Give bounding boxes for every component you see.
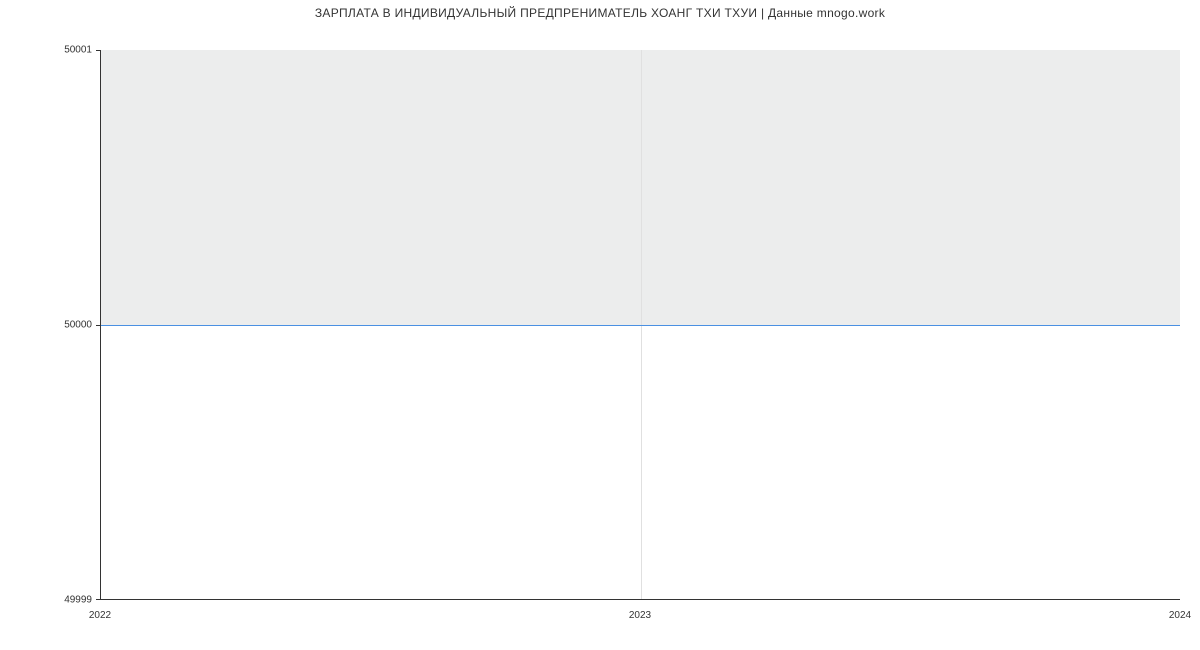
data-line: [101, 325, 1180, 326]
y-tick-label: 50000: [64, 320, 92, 331]
y-tick-mark: [96, 599, 101, 600]
y-tick-mark: [96, 325, 101, 326]
x-tick-label: 2022: [89, 610, 111, 621]
x-tick-label: 2023: [629, 610, 651, 621]
x-tick-label: 2024: [1169, 610, 1191, 621]
y-tick-label: 50001: [64, 45, 92, 56]
plot-area: [100, 50, 1180, 600]
y-tick-mark: [96, 50, 101, 51]
y-tick-label: 49999: [64, 595, 92, 606]
chart-container: ЗАРПЛАТА В ИНДИВИДУАЛЬНЫЙ ПРЕДПРЕНИМАТЕЛ…: [0, 0, 1200, 650]
chart-title: ЗАРПЛАТА В ИНДИВИДУАЛЬНЫЙ ПРЕДПРЕНИМАТЕЛ…: [0, 6, 1200, 20]
